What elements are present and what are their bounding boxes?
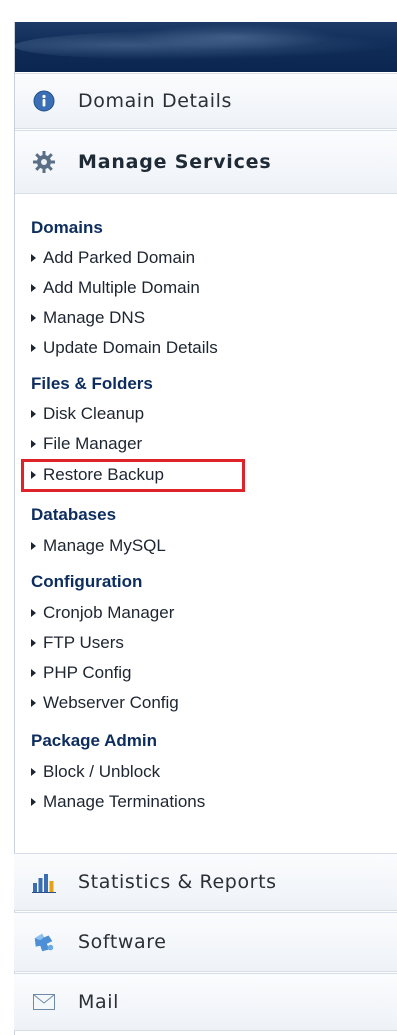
info-icon bbox=[32, 89, 56, 113]
group-title-package-admin: Package Admin bbox=[31, 731, 157, 750]
arrow-right-icon bbox=[31, 313, 36, 322]
link-manage-terminations[interactable]: Manage Terminations bbox=[31, 792, 205, 812]
link-ftp-users[interactable]: FTP Users bbox=[31, 633, 124, 653]
highlight-box bbox=[21, 459, 245, 492]
group-title-configuration: Configuration bbox=[31, 572, 143, 591]
arrow-right-icon bbox=[31, 283, 36, 292]
link-disk-cleanup[interactable]: Disk Cleanup bbox=[31, 404, 144, 424]
arrow-right-icon bbox=[31, 409, 36, 418]
arrow-right-icon bbox=[31, 608, 36, 617]
arrow-right-icon bbox=[31, 638, 36, 647]
arrow-right-icon bbox=[31, 767, 36, 776]
nav-manage-services[interactable]: Manage Services bbox=[14, 130, 397, 194]
nav-mail[interactable]: Mail bbox=[14, 973, 397, 1031]
gear-icon bbox=[32, 150, 56, 174]
nav-domain-details[interactable]: Domain Details bbox=[14, 73, 397, 129]
bar-chart-icon bbox=[32, 870, 56, 894]
arrow-right-icon bbox=[31, 668, 36, 677]
group-title-domains: Domains bbox=[31, 218, 103, 237]
link-add-multiple-domain[interactable]: Add Multiple Domain bbox=[31, 278, 200, 298]
group-title-files-folders: Files & Folders bbox=[31, 374, 153, 393]
link-manage-mysql[interactable]: Manage MySQL bbox=[31, 536, 166, 556]
link-cronjob-manager[interactable]: Cronjob Manager bbox=[31, 603, 174, 623]
link-block-unblock[interactable]: Block / Unblock bbox=[31, 762, 160, 782]
arrow-right-icon bbox=[31, 541, 36, 550]
nav-mail-label: Mail bbox=[78, 991, 119, 1013]
nav-domain-details-label: Domain Details bbox=[78, 90, 233, 112]
link-manage-dns[interactable]: Manage DNS bbox=[31, 308, 145, 328]
arrow-right-icon bbox=[31, 343, 36, 352]
arrow-right-icon bbox=[31, 253, 36, 262]
puzzle-icon bbox=[32, 930, 56, 954]
nav-statistics-reports[interactable]: Statistics & Reports bbox=[14, 853, 397, 911]
nav-manage-services-label: Manage Services bbox=[78, 151, 272, 173]
arrow-right-icon bbox=[31, 797, 36, 806]
nav-statistics-reports-label: Statistics & Reports bbox=[78, 871, 277, 893]
nav-software[interactable]: Software bbox=[14, 912, 397, 972]
link-add-parked-domain[interactable]: Add Parked Domain bbox=[31, 248, 195, 268]
link-file-manager[interactable]: File Manager bbox=[31, 434, 142, 454]
mail-icon bbox=[32, 990, 56, 1014]
nav-software-label: Software bbox=[78, 931, 167, 953]
link-webserver-config[interactable]: Webserver Config bbox=[31, 693, 179, 713]
arrow-right-icon bbox=[31, 439, 36, 448]
link-php-config[interactable]: PHP Config bbox=[31, 663, 132, 683]
link-update-domain-details[interactable]: Update Domain Details bbox=[31, 338, 218, 358]
group-title-databases: Databases bbox=[31, 505, 117, 524]
brand-header bbox=[14, 22, 397, 72]
arrow-right-icon bbox=[31, 698, 36, 707]
